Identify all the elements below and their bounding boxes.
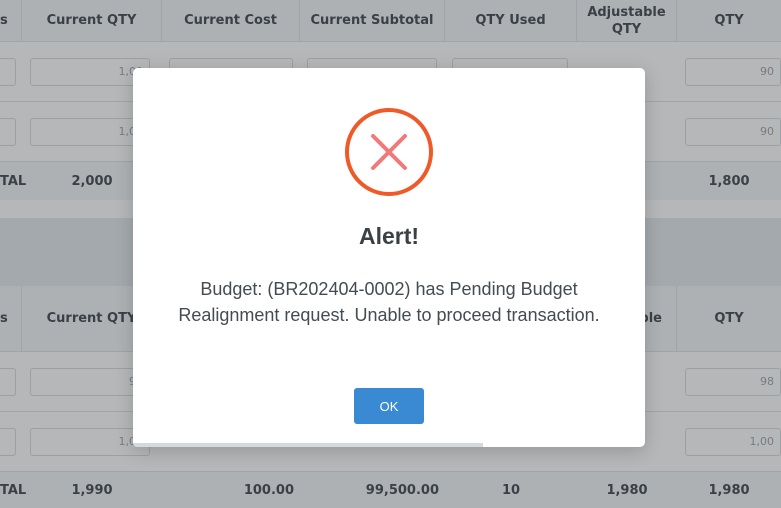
error-x-icon [345, 108, 433, 196]
alert-title: Alert! [358, 223, 420, 249]
alert-dialog: Alert! Budget: (BR202404-0002) has Pendi… [133, 68, 645, 447]
ok-button[interactable]: OK [354, 388, 424, 424]
alert-message: Budget: (BR202404-0002) has Pending Budg… [178, 279, 600, 325]
auto-close-progress [133, 443, 483, 447]
